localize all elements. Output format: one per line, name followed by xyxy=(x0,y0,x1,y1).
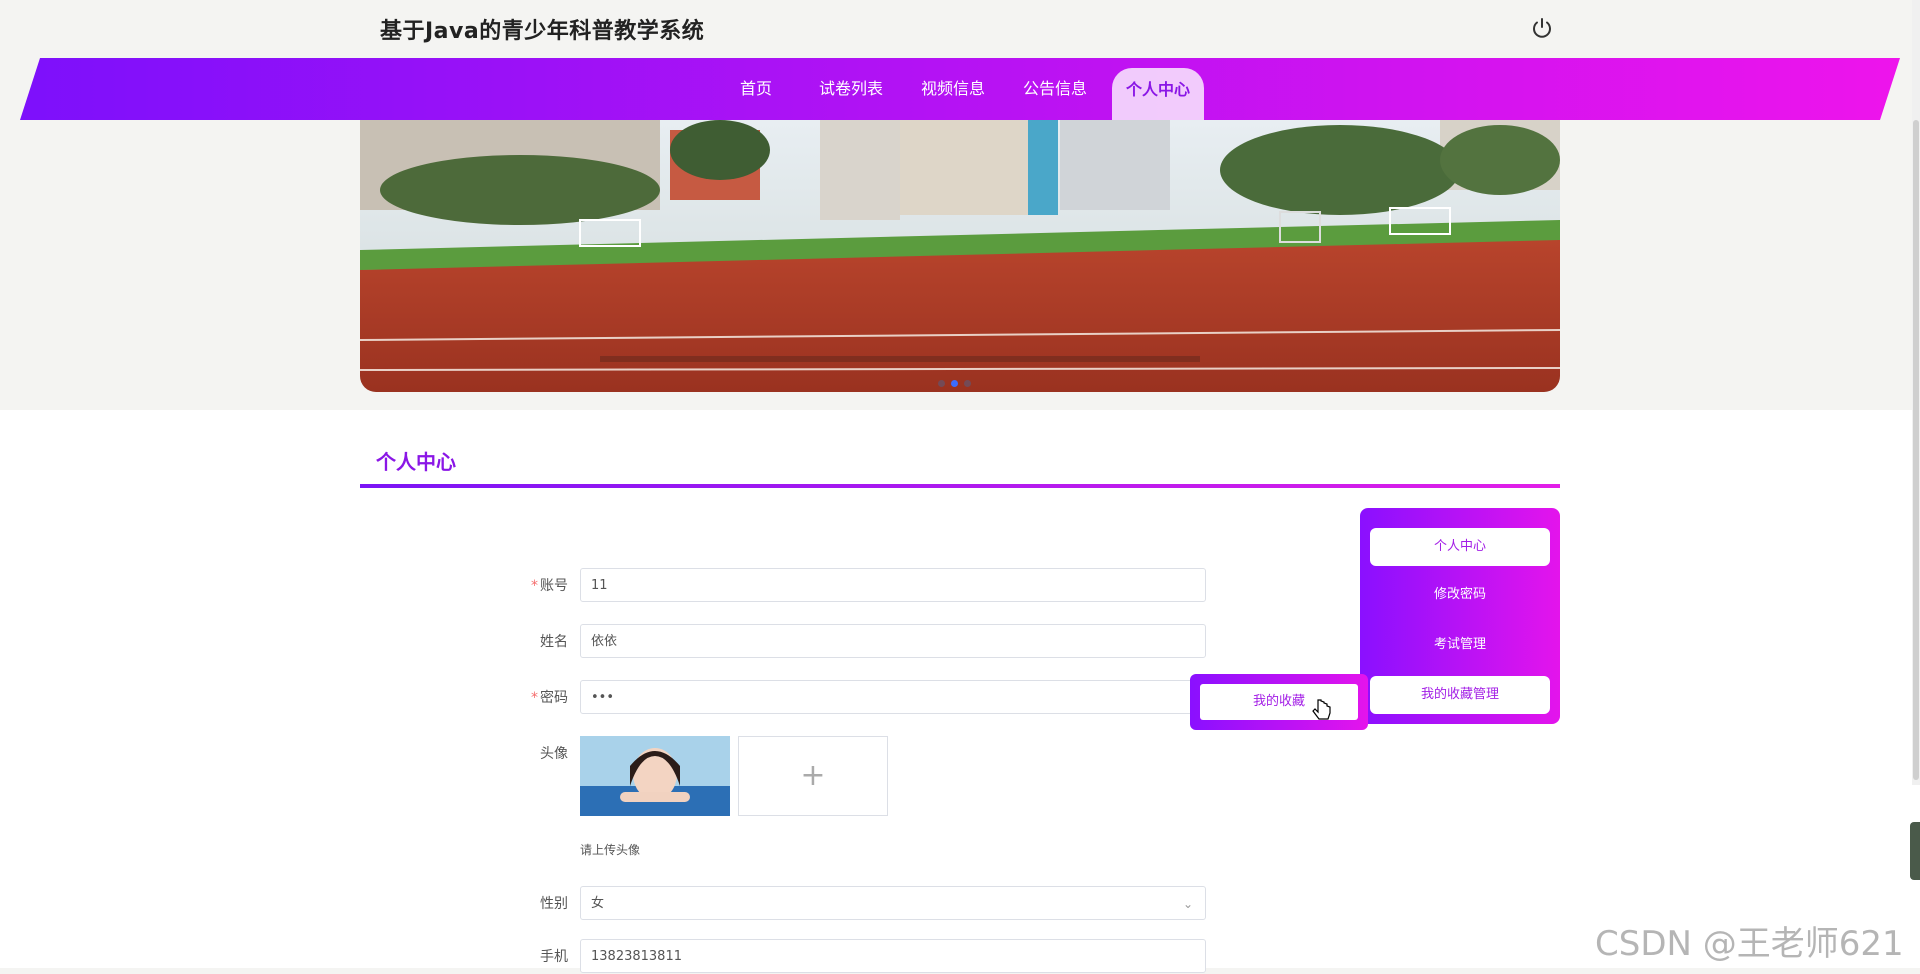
carousel-dot-active[interactable] xyxy=(951,380,958,387)
chevron-down-icon: ⌄ xyxy=(1182,897,1193,911)
favorites-hover-button[interactable]: 我的收藏 xyxy=(1190,674,1368,730)
main-nav: 首页 试卷列表 视频信息 公告信息 个人中心 xyxy=(0,58,1920,120)
avatar-hint: 请上传头像 xyxy=(580,843,641,857)
power-icon[interactable] xyxy=(1530,16,1554,40)
avatar-label: 头像 xyxy=(540,746,568,762)
top-bar: 基于Java的青少年科普教学系统 xyxy=(0,0,1920,58)
avatar-image[interactable] xyxy=(580,736,730,816)
gender-select[interactable]: 女 ⌄ xyxy=(580,886,1206,920)
nav-item-videos[interactable]: 视频信息 xyxy=(914,58,992,120)
avatar-upload-button[interactable]: + xyxy=(738,736,888,816)
side-item-change-password[interactable]: 修改密码 xyxy=(1370,576,1550,614)
scrollbar-thumb[interactable] xyxy=(1913,120,1919,780)
side-item-profile[interactable]: 个人中心 xyxy=(1370,528,1550,566)
password-label: * 密码 xyxy=(531,690,568,706)
account-input[interactable]: 11 xyxy=(580,568,1206,602)
section-title: 个人中心 xyxy=(376,450,456,474)
account-label: * 账号 xyxy=(531,578,568,594)
hand-cursor-icon xyxy=(1312,699,1331,720)
nav-item-home[interactable]: 首页 xyxy=(728,58,784,120)
gender-label: 性别 xyxy=(540,896,568,912)
password-input[interactable]: ••• xyxy=(580,680,1206,714)
banner-carousel[interactable] xyxy=(360,120,1560,392)
carousel-dot[interactable] xyxy=(964,380,971,387)
name-input[interactable]: 依依 xyxy=(580,624,1206,658)
carousel-dots xyxy=(938,372,977,391)
nav-item-profile[interactable]: 个人中心 xyxy=(1112,68,1204,120)
phone-label: 手机 xyxy=(540,949,568,965)
side-item-exam-management[interactable]: 考试管理 xyxy=(1370,626,1550,664)
watermark-text: CSDN @王老师621 xyxy=(1595,924,1904,964)
carousel-dot[interactable] xyxy=(938,380,945,387)
name-label: 姓名 xyxy=(540,634,568,650)
profile-side-menu: 个人中心 修改密码 考试管理 我的收藏管理 xyxy=(1360,508,1560,724)
nav-item-papers[interactable]: 试卷列表 xyxy=(812,58,890,120)
favorites-hover-label: 我的收藏 xyxy=(1200,684,1358,720)
banner-image xyxy=(360,120,1560,392)
gender-value: 女 xyxy=(591,896,605,911)
side-tab-handle[interactable] xyxy=(1910,822,1920,880)
side-item-favorites-management[interactable]: 我的收藏管理 xyxy=(1370,676,1550,714)
site-title: 基于Java的青少年科普教学系统 xyxy=(380,19,705,44)
section-divider xyxy=(360,484,1560,488)
nav-item-notices[interactable]: 公告信息 xyxy=(1016,58,1094,120)
